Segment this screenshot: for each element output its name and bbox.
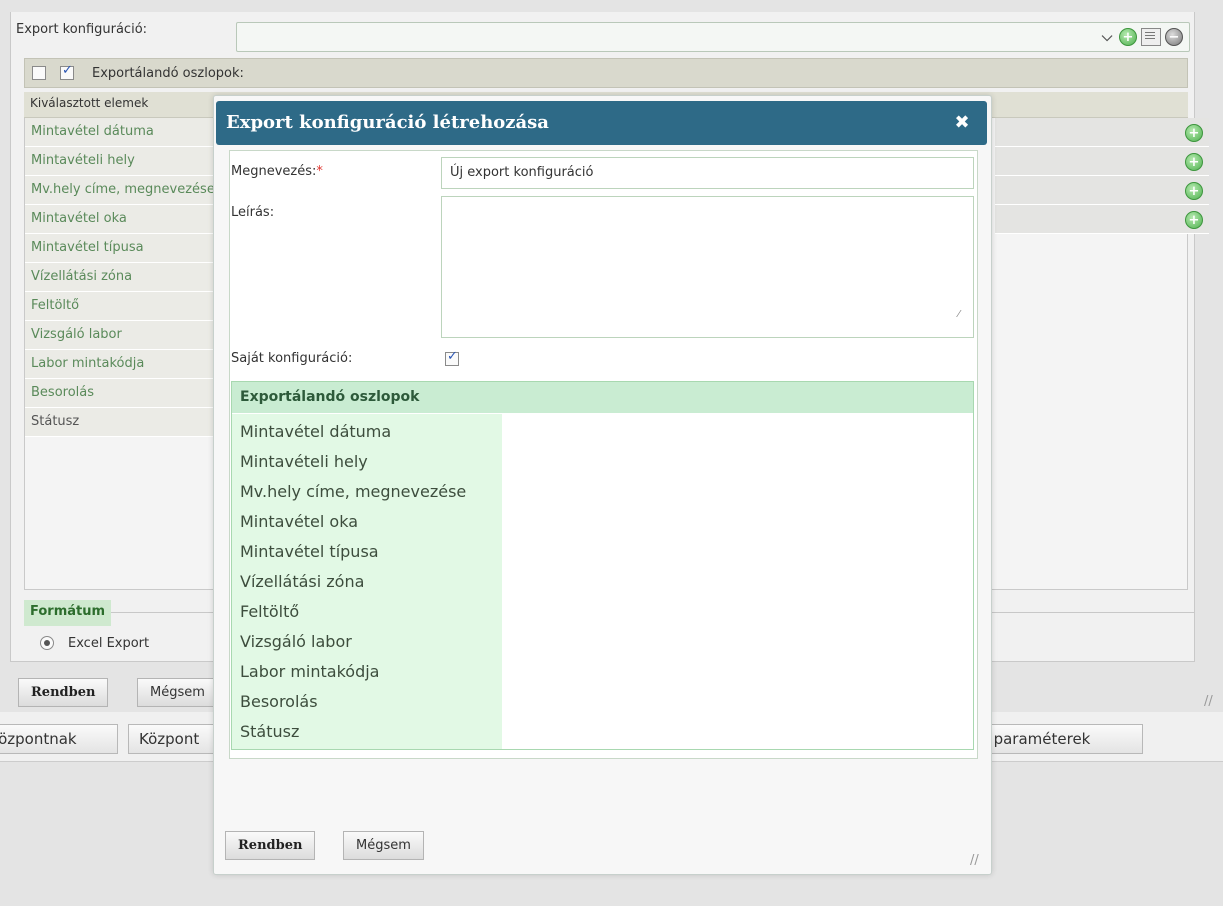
list-item[interactable]: Státusz bbox=[25, 408, 215, 437]
columns-bar-label: Exportálandó oszlopok: bbox=[92, 66, 244, 81]
column-item[interactable]: Mintavétel oka bbox=[240, 512, 358, 531]
column-item[interactable]: Feltöltő bbox=[240, 602, 299, 621]
add-config-icon[interactable]: + bbox=[1119, 28, 1137, 46]
list-item[interactable]: Mv.hely címe, megnevezése bbox=[25, 176, 215, 205]
description-textarea[interactable] bbox=[441, 196, 974, 338]
list-item[interactable]: Vízellátási zóna bbox=[25, 263, 215, 292]
cancel-button-bg[interactable]: Mégsem bbox=[137, 678, 217, 707]
column-item[interactable]: Vizsgáló labor bbox=[240, 632, 352, 651]
add-icon[interactable]: + bbox=[1185, 182, 1203, 200]
remove-config-icon[interactable]: − bbox=[1165, 28, 1183, 46]
list-item[interactable]: Feltöltő bbox=[25, 292, 215, 321]
description-label: Leírás: bbox=[231, 205, 275, 220]
add-icon[interactable]: + bbox=[1185, 153, 1203, 171]
ok-button-bg[interactable]: Rendben bbox=[18, 678, 109, 707]
column-item[interactable]: Labor mintakódja bbox=[240, 662, 379, 681]
cancel-button[interactable]: Mégsem bbox=[343, 831, 424, 860]
column-item[interactable]: Vízellátási zóna bbox=[240, 572, 364, 591]
column-item[interactable]: Státusz bbox=[240, 722, 299, 741]
tab-kozpont[interactable]: Központ bbox=[128, 724, 216, 754]
list-item[interactable]: Vizsgáló labor bbox=[25, 321, 215, 350]
resize-grip-icon[interactable]: // bbox=[1204, 694, 1213, 709]
close-icon[interactable]: ✖ bbox=[950, 111, 974, 135]
dialog-title: Export konfiguráció létrehozása bbox=[216, 101, 987, 145]
tab-parameterek[interactable]: s paraméterek bbox=[978, 724, 1143, 754]
column-item[interactable]: Besorolás bbox=[240, 692, 318, 711]
column-item[interactable]: Mintavételi hely bbox=[240, 452, 368, 471]
list-item[interactable]: Mintavétel dátuma bbox=[25, 118, 215, 147]
columns-checkbox[interactable] bbox=[60, 63, 74, 80]
tab-kozpontnak[interactable]: Központnak bbox=[0, 724, 118, 754]
ok-button[interactable]: Rendben bbox=[225, 831, 316, 860]
add-icon[interactable]: + bbox=[1185, 124, 1203, 142]
own-config-checkbox[interactable] bbox=[445, 349, 459, 366]
own-config-label: Saját konfiguráció: bbox=[231, 351, 353, 366]
add-icon[interactable]: + bbox=[1185, 211, 1203, 229]
export-config-select[interactable]: ⌵ + − bbox=[236, 22, 1190, 52]
edit-config-icon[interactable] bbox=[1141, 28, 1161, 46]
list-item[interactable]: Mintavétel oka bbox=[25, 205, 215, 234]
excel-export-radio[interactable] bbox=[40, 636, 54, 650]
excel-export-label: Excel Export bbox=[68, 636, 150, 651]
export-columns-header: Exportálandó oszlopok bbox=[232, 382, 973, 413]
format-legend: Formátum bbox=[24, 600, 112, 626]
textarea-resize-icon[interactable]: ⁄ bbox=[958, 309, 960, 320]
dialog-resize-icon[interactable]: // bbox=[970, 853, 979, 868]
list-item[interactable]: Besorolás bbox=[25, 379, 215, 408]
column-item[interactable]: Mv.hely címe, megnevezése bbox=[240, 482, 466, 501]
column-item[interactable]: Mintavétel dátuma bbox=[240, 422, 391, 441]
list-item[interactable]: Mintavétel típusa bbox=[25, 234, 215, 263]
export-config-label: Export konfiguráció: bbox=[16, 22, 148, 37]
list-item[interactable]: Labor mintakódja bbox=[25, 350, 215, 379]
chevron-down-icon[interactable]: ⌵ bbox=[1099, 29, 1115, 45]
list-item[interactable]: Mintavételi hely bbox=[25, 147, 215, 176]
name-label: Megnevezés:* bbox=[231, 164, 323, 179]
select-all-checkbox[interactable] bbox=[32, 66, 46, 80]
name-input[interactable]: Új export konfiguráció bbox=[441, 157, 974, 189]
column-item[interactable]: Mintavétel típusa bbox=[240, 542, 379, 561]
